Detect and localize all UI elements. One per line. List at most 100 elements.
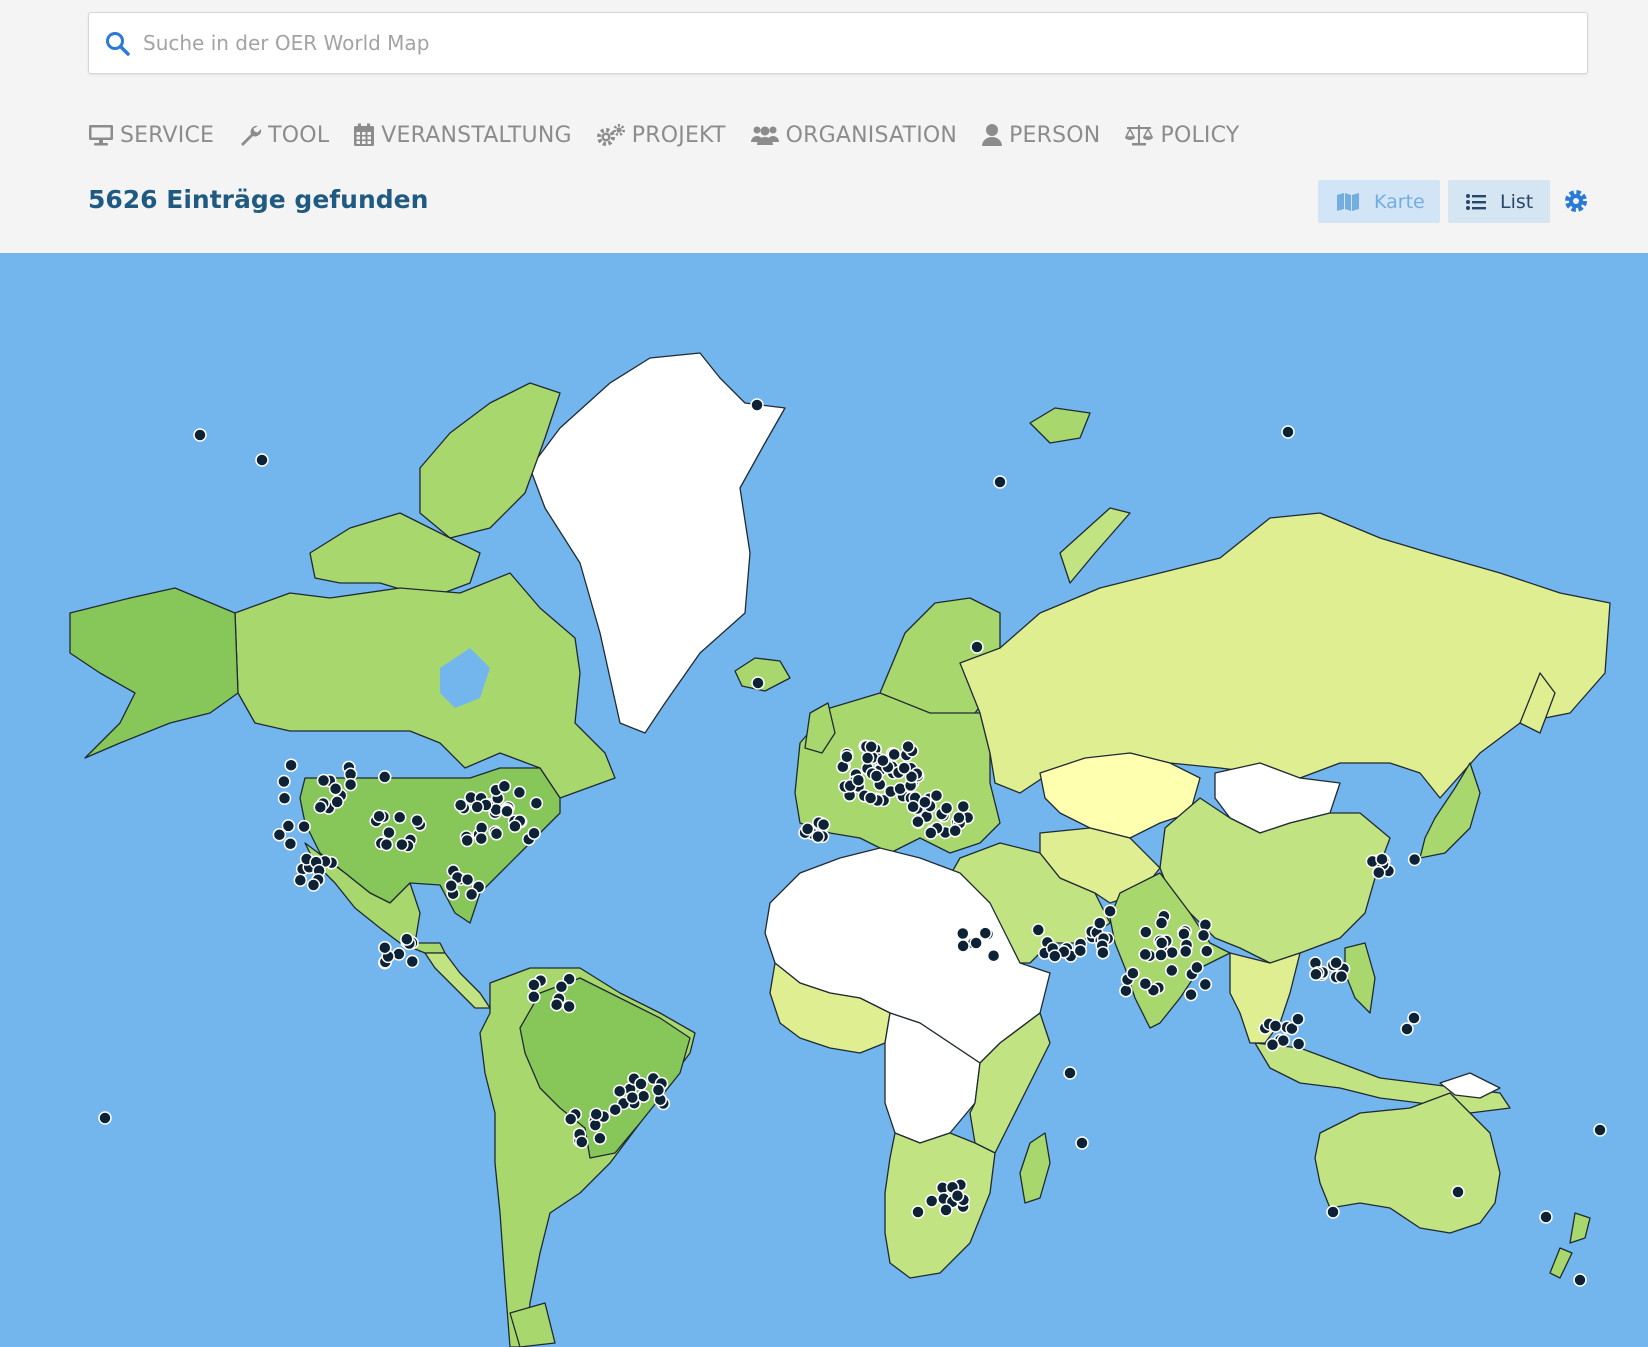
map-marker[interactable] [751,676,765,690]
map-marker[interactable] [1375,852,1389,866]
map-marker[interactable] [1326,1205,1340,1219]
map-marker[interactable] [887,747,901,762]
country-novaya-zemlya[interactable] [1059,507,1131,584]
map-marker[interactable] [562,999,576,1014]
map-marker[interactable] [924,1194,939,1208]
map-marker[interactable] [948,824,962,838]
map-marker[interactable] [939,801,954,815]
map-marker[interactable] [527,990,541,1004]
map-marker[interactable] [800,822,815,836]
map-marker[interactable] [897,761,911,775]
map-marker[interactable] [952,811,966,825]
map-marker[interactable] [1126,966,1140,980]
map-marker[interactable] [193,428,207,442]
world-map-canvas[interactable] [0,253,1648,1347]
map-marker[interactable] [527,978,541,992]
search-input[interactable] [143,23,1563,63]
map-marker[interactable] [500,804,514,819]
map-marker[interactable] [1096,945,1110,960]
map-marker[interactable] [444,879,458,893]
map-marker[interactable] [876,753,890,768]
map-marker[interactable] [1154,916,1169,930]
map-marker[interactable] [929,788,944,803]
map-marker[interactable] [851,773,866,787]
map-marker[interactable] [864,740,878,754]
country-philippines[interactable] [1344,942,1376,1014]
map-marker[interactable] [1309,967,1323,982]
map-marker[interactable] [969,936,983,950]
map-marker[interactable] [529,796,544,810]
map-marker[interactable] [1451,1185,1465,1199]
country-africa-south[interactable] [884,1132,996,1279]
map-marker[interactable] [489,827,504,841]
map-marker[interactable] [283,837,298,851]
gear-icon[interactable] [1564,189,1588,213]
map-marker[interactable] [956,939,970,953]
map-marker[interactable] [634,1077,648,1091]
map-marker[interactable] [98,1111,112,1125]
map-marker[interactable] [549,997,564,1012]
map-marker[interactable] [1190,960,1204,975]
map-marker[interactable] [575,1135,589,1149]
map-marker[interactable] [1103,904,1117,918]
map-marker[interactable] [1075,1136,1089,1150]
map-marker[interactable] [554,980,569,994]
map-marker[interactable] [1200,944,1214,958]
map-marker[interactable] [1139,925,1153,939]
map-marker[interactable] [400,932,414,946]
map-marker[interactable] [1138,947,1152,962]
country-russia[interactable] [959,512,1611,799]
map-marker[interactable] [316,773,331,788]
filter-veranstaltung[interactable]: VERANSTALTUNG [353,123,572,148]
map-marker[interactable] [453,798,468,812]
map-marker[interactable] [377,770,392,784]
list-view-button[interactable]: List [1448,180,1550,223]
map-marker[interactable] [378,940,392,955]
filter-policy[interactable]: POLICY [1124,123,1239,148]
map-marker[interactable] [508,819,522,834]
map-marker[interactable] [1407,1011,1421,1025]
map-marker[interactable] [460,872,475,887]
map-marker[interactable] [1138,976,1153,991]
map-marker[interactable] [497,779,512,794]
map-marker[interactable] [1198,977,1213,992]
map-marker[interactable] [1031,923,1046,937]
country-alaska[interactable] [69,587,239,759]
map-view-button[interactable]: Karte [1318,180,1440,223]
map-marker[interactable] [863,791,878,805]
map-marker[interactable] [1265,1038,1280,1052]
map-marker[interactable] [1291,1037,1306,1051]
filter-tool[interactable]: TOOL [238,123,329,148]
map-marker[interactable] [474,831,489,846]
map-marker[interactable] [328,782,343,796]
map-marker[interactable] [1372,865,1386,880]
map-marker[interactable] [395,837,409,852]
world-map[interactable] [0,253,1648,1347]
map-marker[interactable] [1329,956,1343,970]
map-marker[interactable] [277,791,292,806]
map-marker[interactable] [1184,987,1198,1002]
map-marker[interactable] [410,813,424,828]
map-marker[interactable] [1593,1123,1607,1137]
map-marker[interactable] [1291,1012,1305,1026]
country-svalbard[interactable] [1029,407,1091,444]
map-marker[interactable] [840,750,854,764]
map-marker[interactable] [911,1205,925,1219]
map-marker[interactable] [860,751,875,765]
map-marker[interactable] [405,954,420,969]
map-marker[interactable] [911,815,925,829]
map-marker[interactable] [281,819,296,833]
map-marker[interactable] [901,739,915,754]
map-marker[interactable] [651,1083,666,1097]
map-marker[interactable] [1093,916,1107,930]
map-marker[interactable] [1119,983,1133,998]
map-marker[interactable] [924,826,938,840]
map-marker[interactable] [593,1131,607,1146]
map-marker[interactable] [1165,963,1179,978]
map-marker[interactable] [1063,1066,1077,1080]
map-marker[interactable] [1573,1273,1587,1287]
map-marker[interactable] [1334,969,1349,984]
map-marker[interactable] [372,809,386,823]
map-marker[interactable] [589,1107,603,1121]
map-marker[interactable] [1048,949,1062,963]
